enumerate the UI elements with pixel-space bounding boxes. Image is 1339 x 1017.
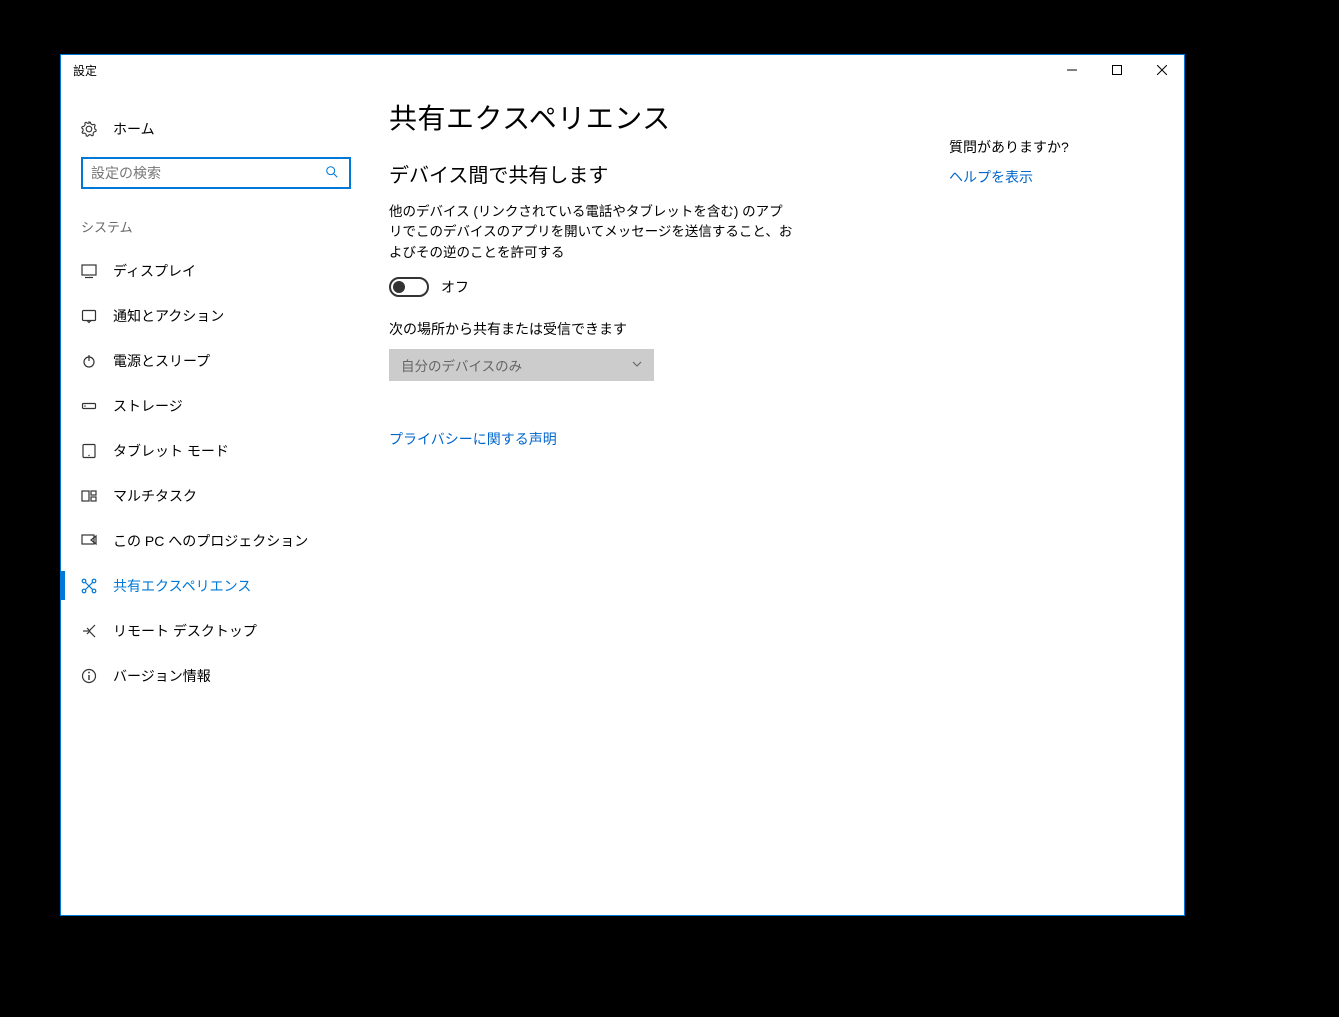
help-link[interactable]: ヘルプを表示	[949, 167, 1033, 187]
sidebar-item-label: 電源とスリープ	[113, 351, 210, 371]
gear-icon	[81, 121, 97, 137]
settings-window: 設定 ホーム	[60, 54, 1185, 916]
search-box[interactable]	[81, 157, 351, 189]
sidebar-item-label: タブレット モード	[113, 441, 229, 461]
search-wrap	[61, 151, 365, 207]
share-from-select[interactable]: 自分のデバイスのみ	[389, 349, 654, 381]
sidebar-item-label: ストレージ	[113, 396, 183, 416]
info-icon	[81, 668, 97, 684]
power-icon	[81, 353, 97, 369]
tablet-icon	[81, 443, 97, 459]
sidebar-item-notifications[interactable]: 通知とアクション	[61, 293, 365, 338]
help-heading: 質問がありますか?	[949, 137, 1160, 157]
main-left: 共有エクスペリエンス デバイス間で共有します 他のデバイス (リンクされている電…	[389, 97, 929, 891]
sidebar-item-label: マルチタスク	[113, 486, 197, 506]
category-header: システム	[61, 207, 365, 248]
help-pane: 質問がありますか? ヘルプを表示	[929, 97, 1160, 891]
share-toggle[interactable]	[389, 277, 429, 297]
sidebar-item-remote-desktop[interactable]: リモート デスクトップ	[61, 608, 365, 653]
maximize-button[interactable]	[1094, 55, 1139, 85]
main-content: 共有エクスペリエンス デバイス間で共有します 他のデバイス (リンクされている電…	[365, 85, 1184, 915]
sidebar-item-label: 共有エクスペリエンス	[113, 576, 251, 596]
sidebar-item-label: この PC へのプロジェクション	[113, 531, 308, 551]
sidebar-item-about[interactable]: バージョン情報	[61, 653, 365, 698]
home-label: ホーム	[113, 119, 155, 139]
sidebar-item-label: リモート デスクトップ	[113, 621, 257, 641]
search-input[interactable]	[91, 165, 325, 181]
sidebar-item-label: ディスプレイ	[113, 261, 196, 281]
window-title: 設定	[73, 62, 97, 79]
multitask-icon	[81, 488, 97, 504]
chevron-down-icon	[632, 359, 642, 370]
close-icon	[1157, 65, 1167, 75]
sidebar-item-display[interactable]: ディスプレイ	[61, 248, 365, 293]
select-value: 自分のデバイスのみ	[401, 355, 522, 375]
display-icon	[81, 263, 97, 279]
minimize-button[interactable]	[1049, 55, 1094, 85]
sidebar-item-power[interactable]: 電源とスリープ	[61, 338, 365, 383]
sidebar-item-shared-experiences[interactable]: 共有エクスペリエンス	[61, 563, 365, 608]
storage-icon	[81, 398, 97, 414]
notifications-icon	[81, 308, 97, 324]
close-button[interactable]	[1139, 55, 1184, 85]
maximize-icon	[1112, 65, 1122, 75]
share-from-label: 次の場所から共有または受信できます	[389, 319, 929, 339]
sidebar-item-label: 通知とアクション	[113, 306, 224, 326]
shared-experiences-icon	[81, 578, 97, 594]
section-title-share-between: デバイス間で共有します	[389, 159, 929, 188]
sidebar-item-projection[interactable]: この PC へのプロジェクション	[61, 518, 365, 563]
page-title: 共有エクスペリエンス	[389, 97, 929, 137]
remote-desktop-icon	[81, 623, 97, 639]
sidebar-item-label: バージョン情報	[113, 666, 211, 686]
sidebar-item-multitask[interactable]: マルチタスク	[61, 473, 365, 518]
toggle-state-label: オフ	[441, 277, 469, 297]
content: ホーム システム ディスプレイ 通知とアクション	[61, 85, 1184, 915]
privacy-link[interactable]: プライバシーに関する声明	[389, 429, 557, 449]
sidebar-item-storage[interactable]: ストレージ	[61, 383, 365, 428]
projection-icon	[81, 533, 97, 549]
sidebar: ホーム システム ディスプレイ 通知とアクション	[61, 85, 365, 915]
section-desc: 他のデバイス (リンクされている電話やタブレットを含む) のアプリでこのデバイス…	[389, 202, 794, 263]
sidebar-item-tablet[interactable]: タブレット モード	[61, 428, 365, 473]
minimize-icon	[1067, 65, 1077, 75]
titlebar[interactable]: 設定	[61, 55, 1184, 85]
toggle-row: オフ	[389, 277, 929, 297]
search-icon	[325, 165, 341, 182]
home-button[interactable]: ホーム	[61, 107, 365, 151]
